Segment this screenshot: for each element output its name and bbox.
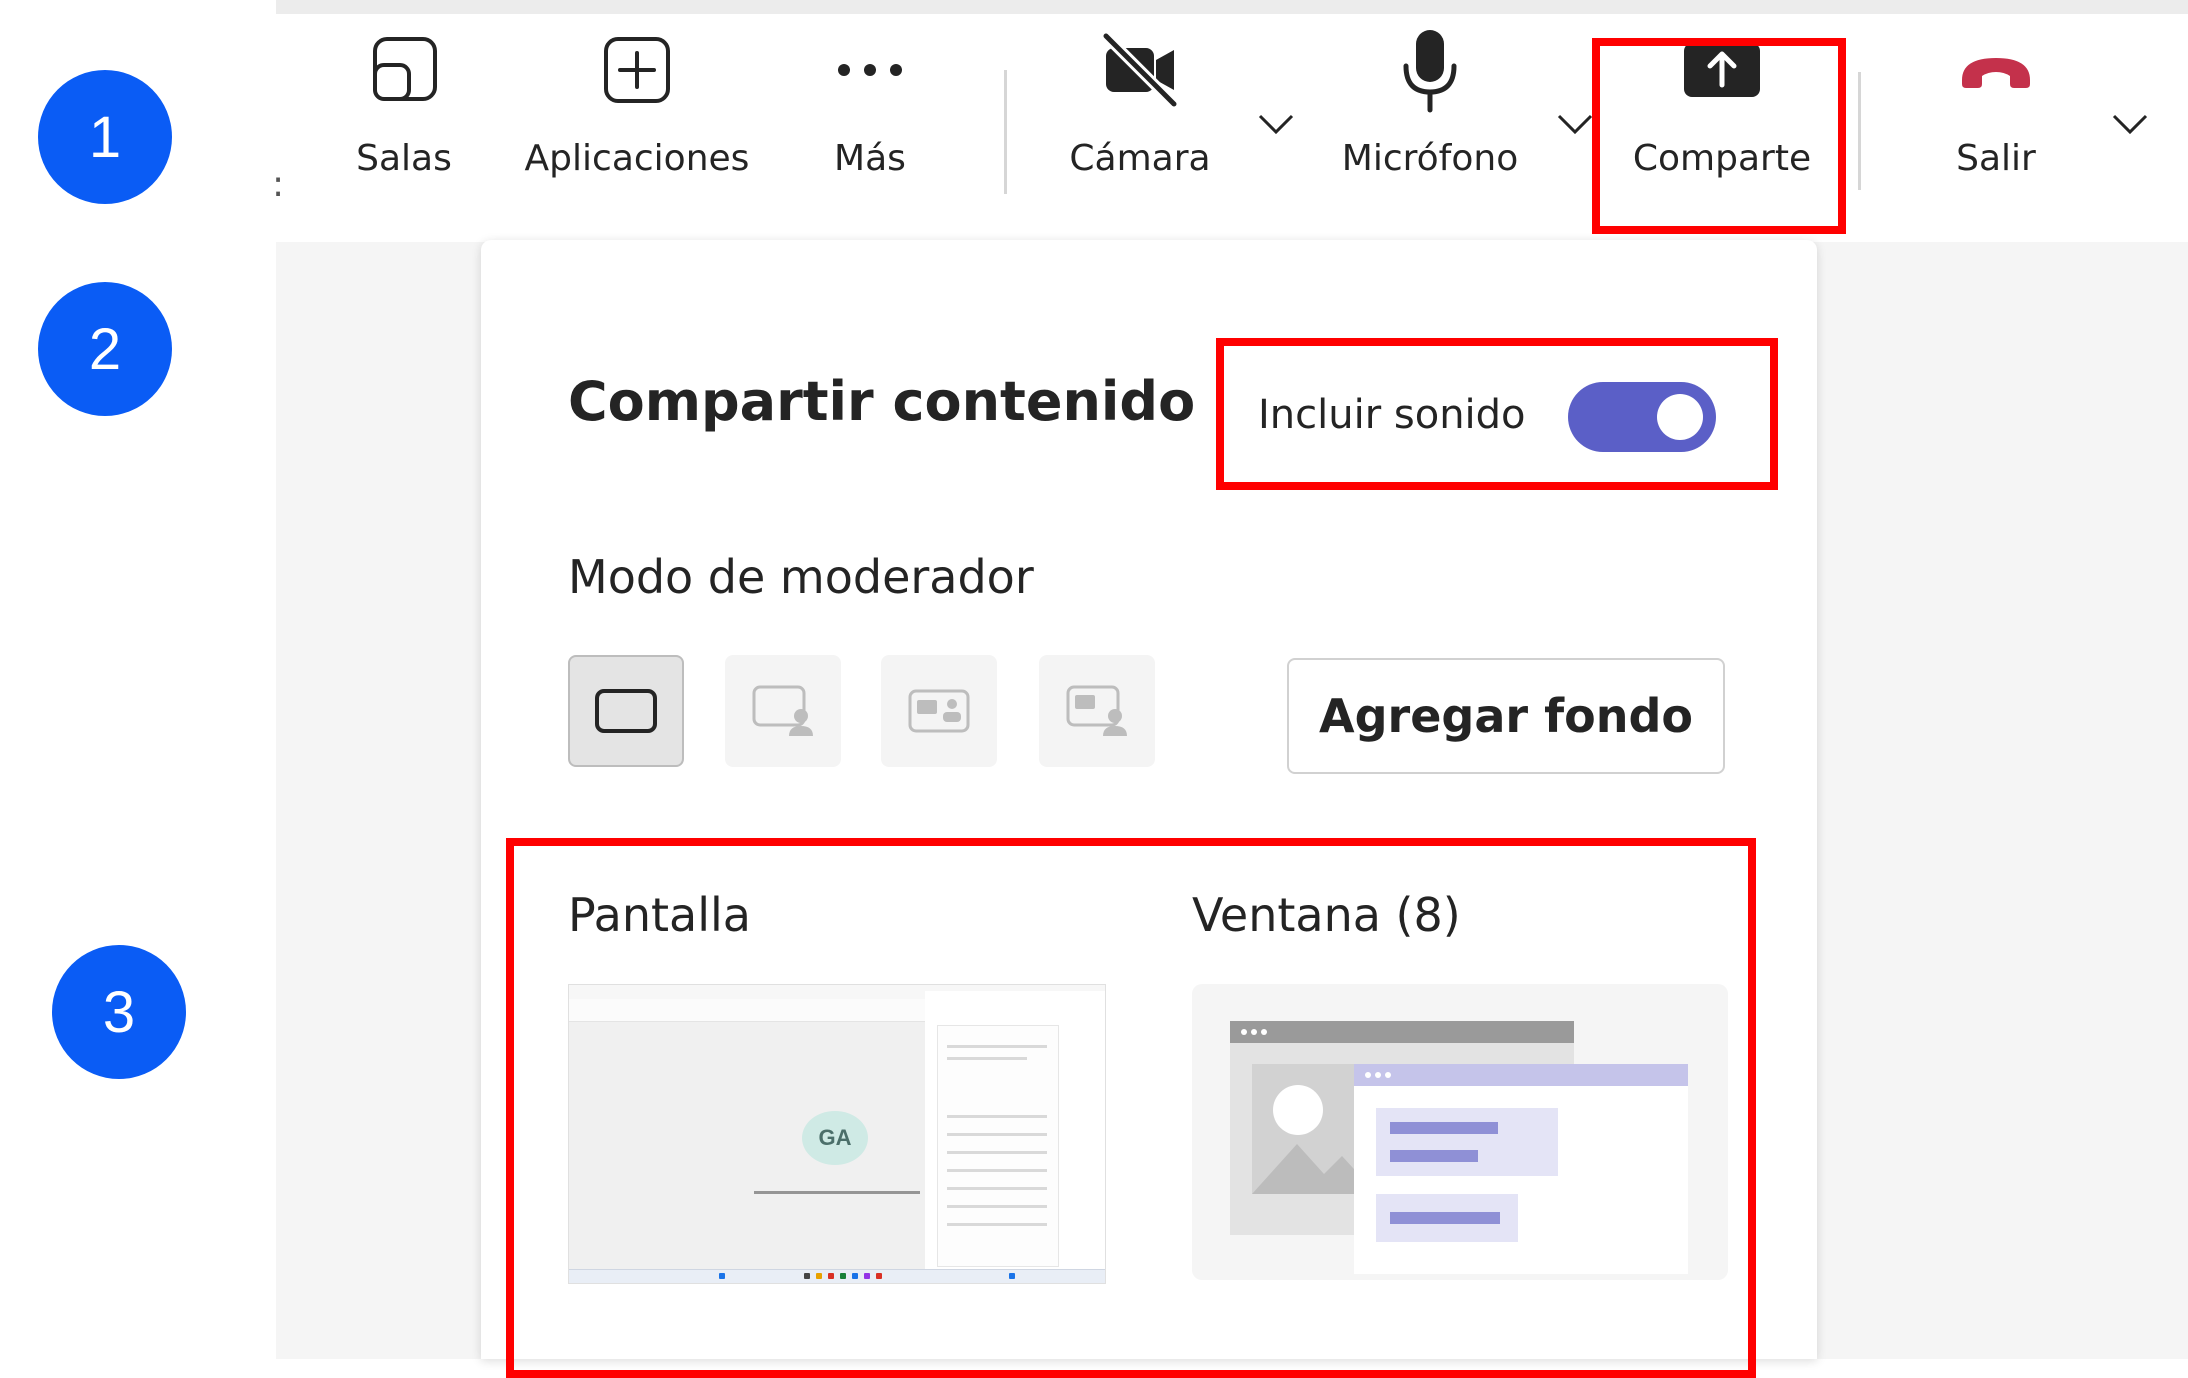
share-options-highlight (506, 838, 1756, 1378)
presenter-mode-title: Modo de moderador (568, 550, 1034, 604)
leave-button[interactable]: Salir (1946, 14, 2046, 214)
more-label: Más (834, 138, 906, 179)
add-app-icon (601, 14, 673, 126)
camera-label: Cámara (1069, 138, 1211, 179)
rooms-icon (368, 14, 440, 126)
microphone-options-chevron-icon[interactable] (1555, 112, 1595, 141)
content-only-icon (595, 689, 657, 733)
toolbar-divider (1004, 70, 1007, 194)
microphone-button[interactable]: Micrófono (1330, 14, 1530, 214)
leave-label: Salir (1956, 138, 2036, 179)
presenter-mode-reporter-button[interactable] (1039, 655, 1155, 767)
more-button[interactable]: Más (820, 14, 920, 214)
presenter-mode-content-only-button[interactable] (568, 655, 684, 767)
apps-label: Aplicaciones (524, 138, 750, 179)
rooms-button[interactable]: Salas (354, 14, 454, 214)
apps-button[interactable]: Aplicaciones (522, 14, 752, 214)
more-icon (834, 14, 906, 126)
side-by-side-icon (908, 689, 970, 733)
standout-icon (752, 685, 813, 736)
step-badge-3: 3 (52, 945, 186, 1079)
step-badge-1: 1 (38, 70, 172, 204)
toolbar-divider-2 (1858, 72, 1861, 190)
camera-off-icon (1100, 14, 1180, 126)
presenter-mode-standout-button[interactable] (725, 655, 841, 767)
share-panel-title: Compartir contenido (568, 370, 1196, 433)
window-top-strip (276, 0, 2188, 14)
truncated-toolbar-label: : (272, 164, 285, 205)
add-background-button[interactable]: Agregar fondo (1287, 658, 1725, 774)
share-button-highlight (1592, 38, 1846, 234)
camera-options-chevron-icon[interactable] (1256, 112, 1296, 141)
step-badge-2: 2 (38, 282, 172, 416)
microphone-label: Micrófono (1341, 138, 1519, 179)
leave-options-chevron-icon[interactable] (2110, 112, 2150, 141)
rooms-label: Salas (356, 138, 452, 179)
include-sound-highlight (1216, 338, 1778, 490)
microphone-icon (1398, 14, 1462, 126)
hang-up-icon (1956, 14, 2036, 126)
reporter-icon (1066, 685, 1127, 736)
camera-button[interactable]: Cámara (1060, 14, 1220, 214)
presenter-mode-side-by-side-button[interactable] (881, 655, 997, 767)
